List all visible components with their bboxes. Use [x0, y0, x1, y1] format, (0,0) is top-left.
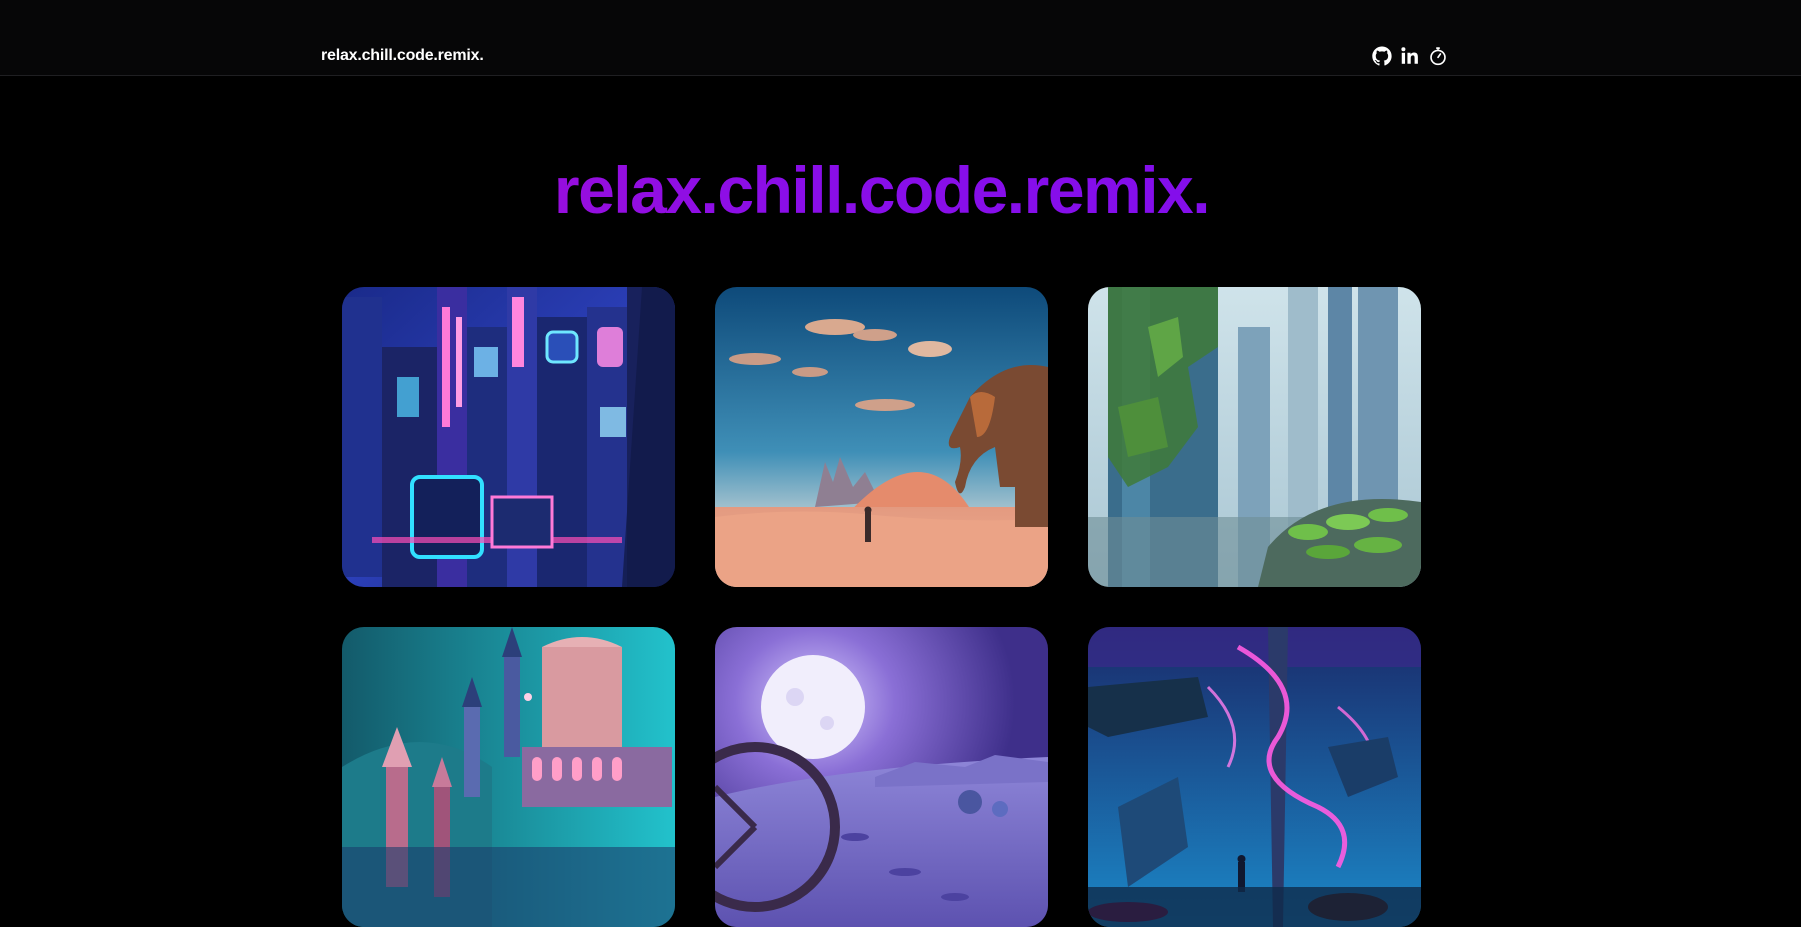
neon-alien-world-image — [1088, 627, 1421, 927]
gallery-card[interactable] — [342, 287, 675, 587]
brand-link[interactable]: relax.chill.code.remix. — [321, 47, 484, 65]
stopwatch-icon — [1430, 47, 1446, 66]
gallery-card[interactable] — [715, 627, 1048, 927]
stopwatch-link[interactable] — [1427, 45, 1449, 67]
neon-city-image — [342, 287, 675, 587]
fantasy-castle-image — [342, 627, 675, 927]
desert-elephant-image — [715, 287, 1048, 587]
gallery-card[interactable] — [1088, 287, 1421, 587]
overgrown-towers-image — [1088, 287, 1421, 587]
gallery-card[interactable] — [342, 627, 675, 927]
gallery-card[interactable] — [715, 287, 1048, 587]
github-icon — [1372, 46, 1392, 66]
moon-landscape-image — [715, 627, 1048, 927]
github-link[interactable] — [1371, 45, 1393, 67]
top-navbar: relax.chill.code.remix. — [0, 0, 1801, 76]
social-links — [1371, 45, 1449, 67]
linkedin-link[interactable] — [1399, 45, 1421, 67]
gallery-card[interactable] — [1088, 627, 1421, 927]
linkedin-icon — [1401, 47, 1418, 64]
hero-title: relax.chill.code.remix. — [0, 150, 1763, 230]
